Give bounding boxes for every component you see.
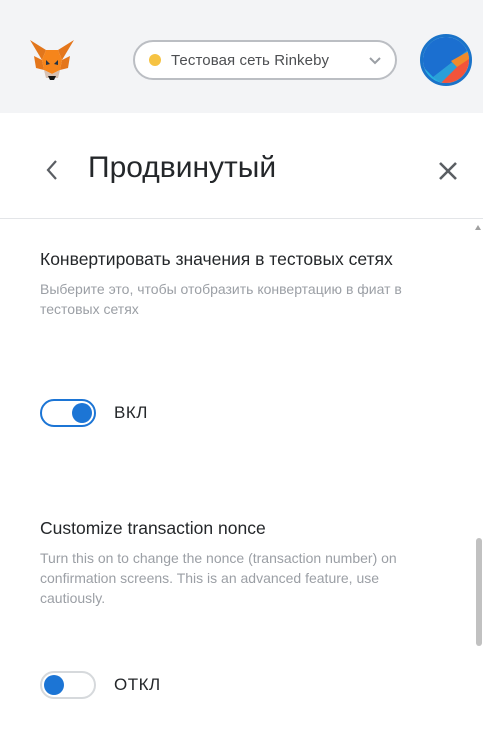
page-title: Продвинутый — [88, 151, 277, 184]
toggle-knob — [44, 675, 64, 695]
scroll-up-arrow-icon[interactable] — [474, 224, 482, 232]
custom-nonce-toggle[interactable]: ОТКЛ — [40, 671, 161, 699]
settings-list: Конвертировать значения в тестовых сетях… — [0, 219, 483, 753]
scrollbar-thumb[interactable] — [476, 538, 482, 646]
app-header: Тестовая сеть Rinkeby — [0, 0, 483, 113]
setting-testnet-conversion: Конвертировать значения в тестовых сетях… — [40, 247, 440, 319]
account-avatar-icon[interactable] — [420, 34, 472, 86]
metamask-fox-icon[interactable] — [28, 38, 76, 82]
toggle-switch[interactable] — [40, 671, 96, 699]
page-title-bar: Продвинутый — [0, 113, 483, 220]
testnet-conversion-toggle[interactable]: ВКЛ — [40, 399, 148, 427]
close-icon[interactable] — [437, 160, 459, 182]
network-status-dot — [149, 54, 161, 66]
toggle-knob — [72, 403, 92, 423]
network-selector[interactable]: Тестовая сеть Rinkeby — [133, 40, 397, 80]
chevron-left-icon[interactable] — [44, 158, 60, 182]
toggle-state-label: ОТКЛ — [114, 675, 161, 694]
setting-title: Customize transaction nonce — [40, 518, 266, 538]
chevron-down-icon — [369, 57, 381, 65]
network-label: Тестовая сеть Rinkeby — [171, 51, 330, 69]
setting-title: Конвертировать значения в тестовых сетях — [40, 249, 393, 269]
setting-description: Turn this on to change the nonce (transa… — [40, 550, 397, 606]
advanced-settings-screen: Тестовая сеть Rinkeby Продвинутый Конвер… — [0, 0, 483, 753]
setting-description: Выберите это, чтобы отобразить конвертац… — [40, 281, 402, 317]
toggle-state-label: ВКЛ — [114, 403, 148, 422]
toggle-switch[interactable] — [40, 399, 96, 427]
setting-custom-nonce: Customize transaction nonce Turn this on… — [40, 516, 440, 608]
